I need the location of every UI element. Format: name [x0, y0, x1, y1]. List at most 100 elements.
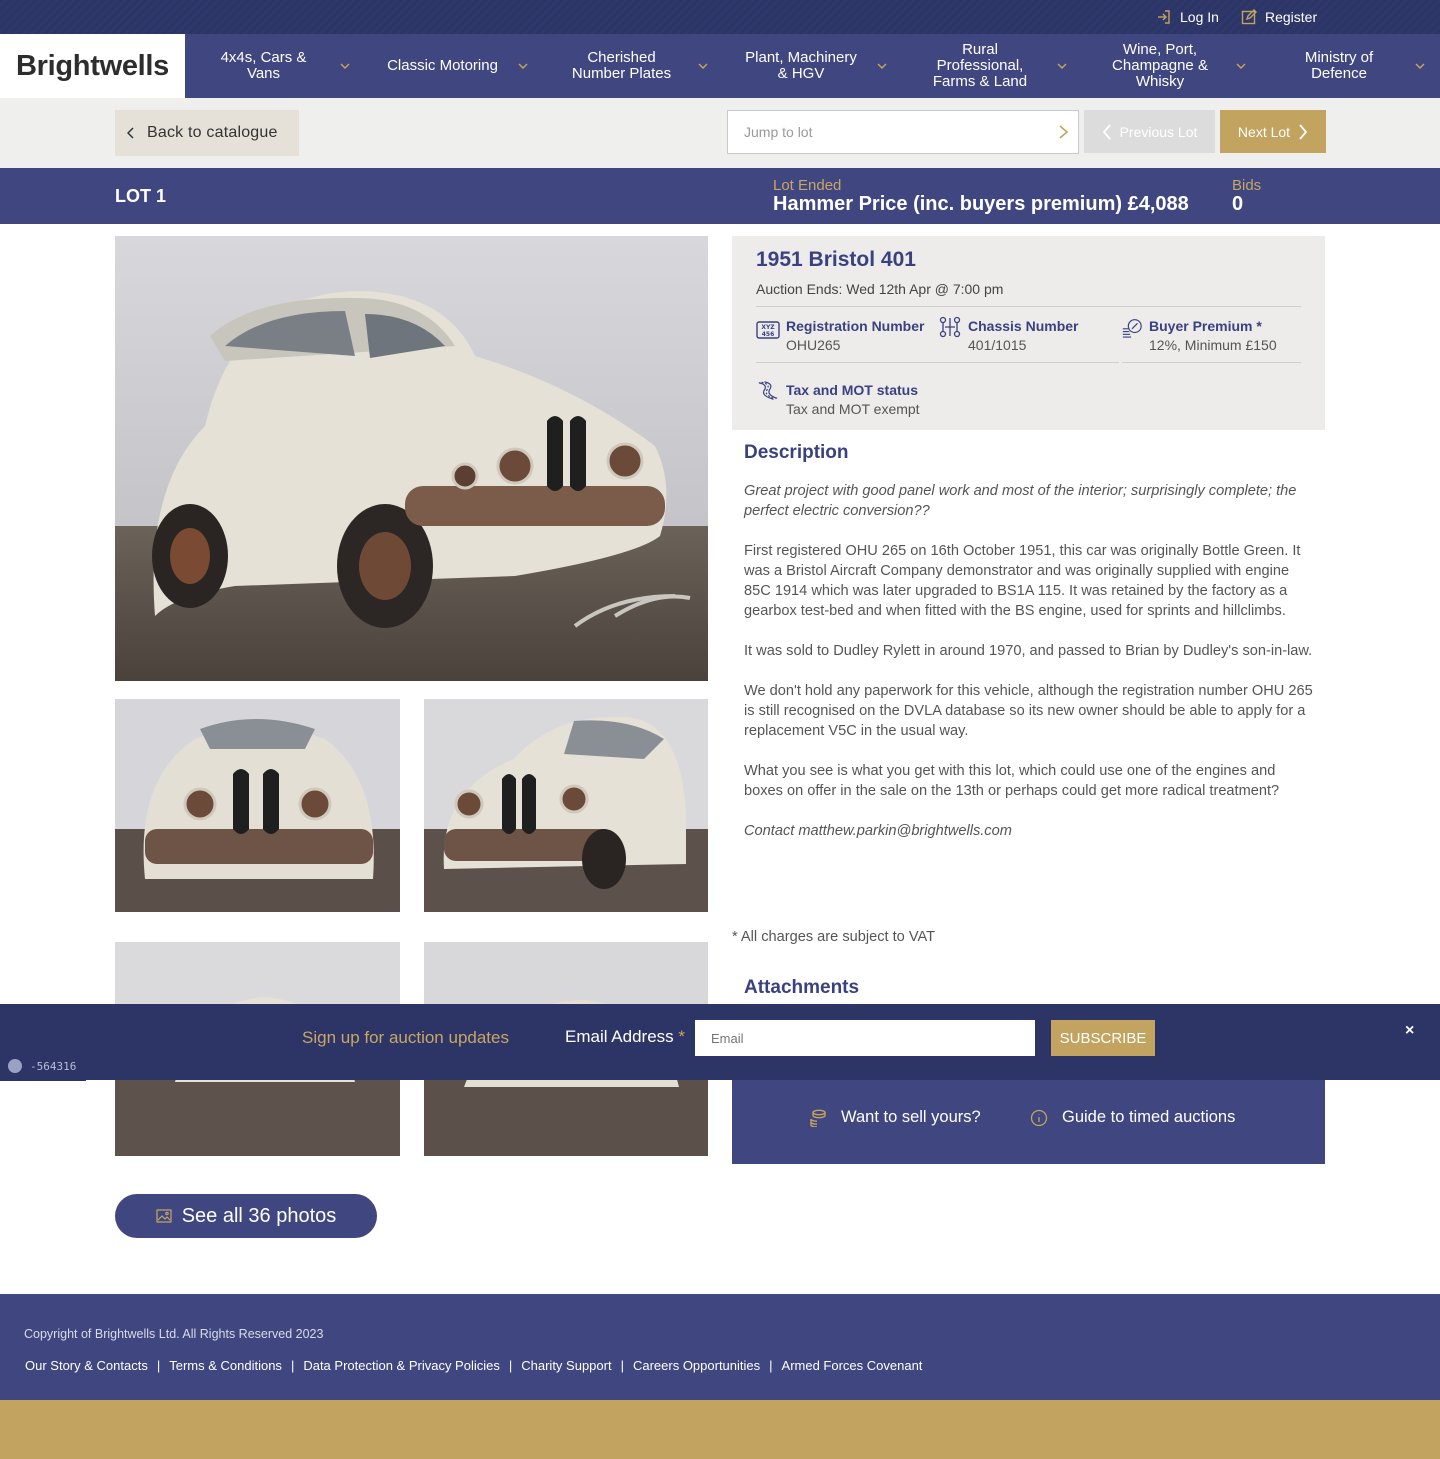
separator: |: [290, 1358, 295, 1373]
nav-item-label: Classic Motoring: [387, 57, 498, 74]
want-to-sell-link[interactable]: Want to sell yours?: [809, 1108, 981, 1127]
chevron-down-icon: [1057, 63, 1067, 70]
nav-item-number-plates[interactable]: Cherished Number Plates: [545, 34, 698, 98]
chevron-right-icon: [1299, 123, 1308, 140]
footer-link-our-story[interactable]: Our Story & Contacts: [25, 1358, 148, 1373]
nav-item-label: Wine, Port, Champagne & Whisky: [1112, 41, 1208, 90]
description-heading: Description: [744, 442, 849, 463]
chassis-title: Chassis Number: [968, 318, 1079, 334]
tax-mot-title: Tax and MOT status: [786, 382, 918, 398]
footer-link-privacy[interactable]: Data Protection & Privacy Policies: [303, 1358, 500, 1373]
coins-percent-icon: [1122, 319, 1142, 338]
nav-item-ministry-of-defence[interactable]: Ministry of Defence: [1265, 34, 1413, 98]
nav-item-cars[interactable]: 4x4s, Cars & Vans: [185, 34, 342, 98]
login-label: Log In: [1180, 9, 1219, 25]
email-label-text: Email Address: [565, 1027, 674, 1046]
bids-label: Bids: [1232, 177, 1262, 194]
chevron-right-icon[interactable]: [1056, 124, 1070, 140]
chevron-left-icon: [127, 127, 134, 139]
next-lot-button[interactable]: Next Lot: [1220, 110, 1326, 153]
description-paragraph: We don't hold any paperwork for this veh…: [744, 683, 1313, 739]
registration-value: OHU265: [786, 337, 841, 353]
info-icon: [1030, 1109, 1048, 1126]
guide-timed-auctions-link[interactable]: Guide to timed auctions: [1030, 1108, 1235, 1127]
login-link[interactable]: Log In: [1156, 0, 1219, 34]
lot-number: LOT 1: [115, 186, 167, 206]
description-paragraph: First registered OHU 265 on 16th October…: [744, 543, 1301, 619]
status-dot: [8, 1059, 22, 1073]
email-input[interactable]: [695, 1020, 1035, 1056]
hammer-price: Hammer Price (inc. buyers premium) £4,08…: [773, 193, 1189, 215]
footer-links: Our Story & Contacts | Terms & Conditions…: [25, 1358, 922, 1373]
footer-link-terms[interactable]: Terms & Conditions: [169, 1358, 282, 1373]
bids-count: 0: [1232, 193, 1244, 215]
chassis-value: 401/1015: [968, 337, 1027, 353]
chevron-left-icon: [1102, 123, 1111, 140]
utility-bar: [0, 0, 1440, 34]
vat-note: * All charges are subject to VAT: [732, 929, 936, 945]
buyer-premium-title: Buyer Premium *: [1149, 318, 1262, 334]
nav-item-rural[interactable]: Rural Professional, Farms & Land: [905, 34, 1055, 98]
next-lot-label: Next Lot: [1237, 123, 1291, 140]
register-link[interactable]: Register: [1241, 0, 1317, 34]
site-logo[interactable]: Brightwells: [0, 34, 185, 98]
nav-item-label: 4x4s, Cars & Vans: [220, 49, 307, 82]
nav-item-label: Rural Professional, Farms & Land: [932, 41, 1028, 90]
separator: |: [156, 1358, 161, 1373]
car-photo-image: [424, 699, 708, 912]
edit-icon: [1241, 9, 1257, 25]
divider: [756, 362, 1119, 363]
main-nav: 4x4s, Cars & Vans Classic Motoring Cheri…: [185, 34, 1440, 98]
see-all-photos-label: See all 36 photos: [181, 1204, 337, 1227]
footer-link-armed-forces[interactable]: Armed Forces Covenant: [782, 1358, 923, 1373]
description-paragraph: What you see is what you get with this l…: [744, 763, 1280, 799]
contact-email[interactable]: Contact matthew.parkin@brightwells.com: [744, 821, 1314, 841]
footer-gold-strip: [0, 1400, 1440, 1459]
guide-timed-auctions-label: Guide to timed auctions: [1062, 1108, 1236, 1126]
description-intro: Great project with good panel work and m…: [744, 483, 1297, 519]
signup-title: Sign up for auction updates: [302, 1028, 509, 1047]
footer-link-careers[interactable]: Careers Opportunities: [633, 1358, 760, 1373]
chevron-down-icon: [877, 63, 887, 70]
lot-status: Lot Ended: [773, 177, 842, 194]
description-paragraph: It was sold to Dudley Rylett in around 1…: [744, 643, 1313, 659]
close-icon[interactable]: ×: [1405, 1022, 1414, 1040]
chevron-down-icon: [1236, 63, 1246, 70]
see-all-photos-button[interactable]: See all 36 photos: [115, 1194, 377, 1238]
subscribe-button[interactable]: SUBSCRIBE: [1051, 1020, 1155, 1056]
svg-text:XYZ: XYZ: [761, 324, 775, 331]
tax-mot-value: Tax and MOT exempt: [786, 401, 920, 417]
chevron-down-icon: [518, 63, 528, 70]
main-photo[interactable]: [115, 236, 708, 681]
nav-item-label: Ministry of Defence: [1304, 49, 1374, 82]
separator: |: [508, 1358, 513, 1373]
road-icon: [758, 381, 778, 400]
attachments-heading: Attachments: [744, 977, 860, 998]
back-to-catalogue-button[interactable]: Back to catalogue: [115, 110, 299, 156]
debug-value: -564316: [30, 1059, 77, 1073]
nav-item-label: Plant, Machinery & HGV: [745, 49, 857, 82]
chassis-icon: [939, 316, 961, 338]
registration-plate-icon: XYZ 456: [756, 321, 780, 339]
registration-title: Registration Number: [786, 318, 925, 334]
previous-lot-button[interactable]: Previous Lot: [1084, 110, 1215, 153]
logo-text: Brightwells: [16, 49, 169, 82]
jump-to-lot-input[interactable]: [727, 110, 1079, 154]
previous-lot-label: Previous Lot: [1119, 123, 1198, 140]
nav-item-plant-machinery[interactable]: Plant, Machinery & HGV: [725, 34, 877, 98]
coins-icon: [810, 1109, 826, 1127]
description-body: Great project with good panel work and m…: [744, 481, 1314, 861]
lot-title: 1951 Bristol 401: [756, 248, 916, 271]
lot-status-band: [0, 168, 1440, 224]
nav-item-wine[interactable]: Wine, Port, Champagne & Whisky: [1085, 34, 1235, 98]
nav-item-classic-motoring[interactable]: Classic Motoring: [365, 34, 520, 98]
chevron-down-icon: [698, 63, 708, 70]
email-label: Email Address *: [565, 1027, 685, 1047]
chevron-down-icon: [340, 63, 350, 70]
divider: [756, 306, 1301, 307]
thumbnail-photo[interactable]: [115, 699, 400, 912]
footer: [0, 1294, 1440, 1400]
thumbnail-photo[interactable]: [424, 699, 708, 912]
auction-end-time: Auction Ends: Wed 12th Apr @ 7:00 pm: [756, 281, 1004, 297]
footer-link-charity[interactable]: Charity Support: [521, 1358, 611, 1373]
